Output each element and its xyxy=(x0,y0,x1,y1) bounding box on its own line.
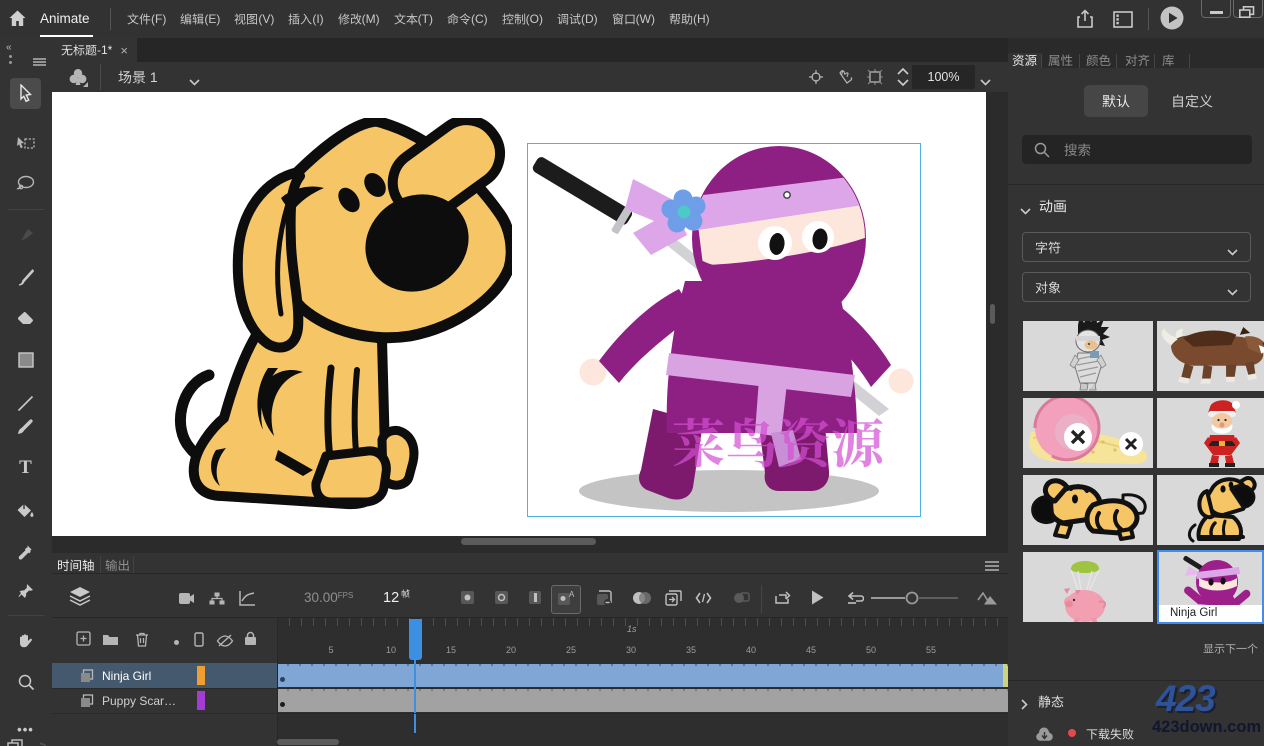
svg-text:A: A xyxy=(569,590,575,599)
